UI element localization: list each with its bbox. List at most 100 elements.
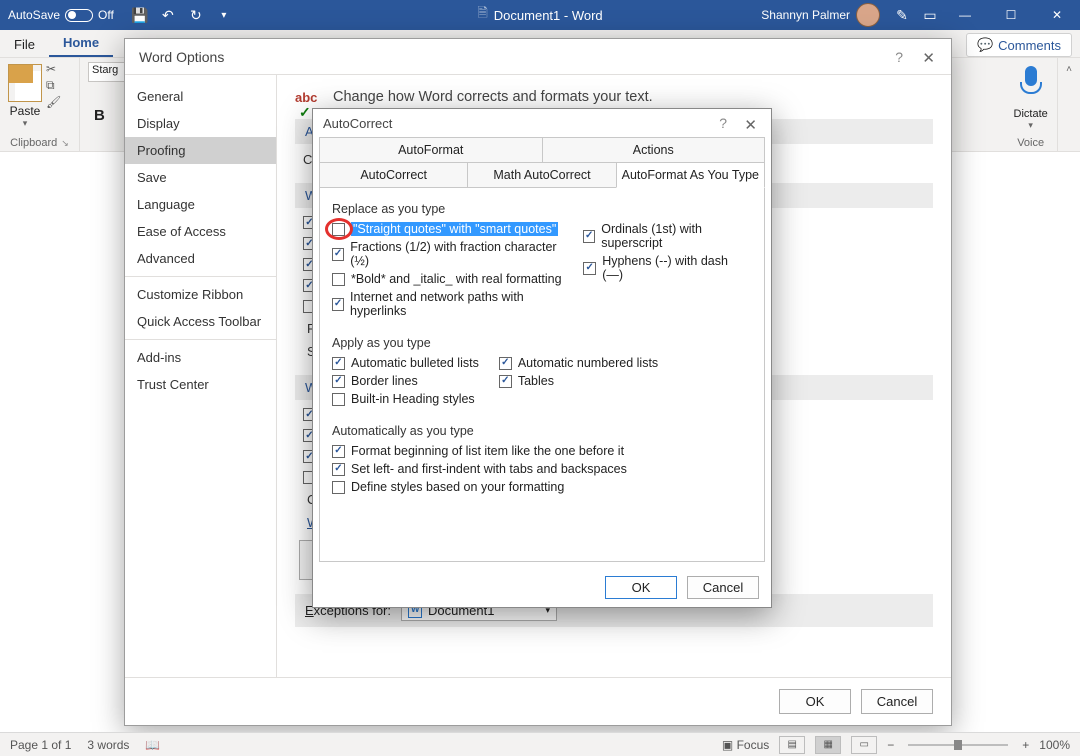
- tab-home[interactable]: Home: [49, 30, 113, 57]
- tab-math-autocorrect[interactable]: Math AutoCorrect: [467, 162, 616, 188]
- opt-hyphens[interactable]: Hyphens (--) with dash (—): [583, 254, 752, 282]
- dialog-launcher-icon[interactable]: ↘: [61, 138, 69, 149]
- user-account[interactable]: Shannyn Palmer: [761, 3, 880, 27]
- opt-border-lines[interactable]: Border lines: [332, 374, 479, 388]
- status-bar: Page 1 of 1 3 words 📖 ▣ Focus ▤ ▦ ▭ − + …: [0, 732, 1080, 756]
- close-button[interactable]: ✕: [1034, 0, 1080, 30]
- checkbox-icon: [332, 445, 345, 458]
- avatar-icon: [856, 3, 880, 27]
- tab-autoformat-as-you-type[interactable]: AutoFormat As You Type: [616, 162, 765, 188]
- paste-icon[interactable]: [8, 64, 42, 102]
- sidebar-item-advanced[interactable]: Advanced: [125, 245, 276, 272]
- comments-button[interactable]: 💬 Comments: [966, 33, 1072, 57]
- opt-fractions[interactable]: Fractions (1/2) with fraction character …: [332, 240, 563, 268]
- title-bar: AutoSave Off 💾 ↶ ↻ ▾ 🗎Document1 - Word S…: [0, 0, 1080, 30]
- cut-icon[interactable]: ✂: [46, 62, 61, 76]
- tab-autocorrect[interactable]: AutoCorrect: [319, 162, 468, 188]
- view-read-icon[interactable]: ▤: [779, 736, 805, 754]
- microphone-icon[interactable]: [1021, 66, 1041, 98]
- focus-mode-button[interactable]: ▣ Focus: [722, 738, 769, 752]
- help-button[interactable]: ?: [719, 115, 727, 131]
- close-icon[interactable]: ✕: [738, 114, 763, 136]
- tab-file[interactable]: File: [0, 32, 49, 57]
- proofing-icon: abc: [295, 90, 323, 105]
- opt-internet-paths[interactable]: Internet and network paths with hyperlin…: [332, 290, 563, 318]
- page-indicator[interactable]: Page 1 of 1: [10, 738, 71, 752]
- opt-ordinals[interactable]: Ordinals (1st) with superscript: [583, 222, 752, 250]
- zoom-out-button[interactable]: −: [887, 738, 894, 752]
- ribbon-display-icon[interactable]: ▭: [920, 5, 940, 25]
- copy-icon[interactable]: ⧉: [46, 78, 61, 93]
- view-print-icon[interactable]: ▦: [815, 736, 841, 754]
- sidebar-item-addins[interactable]: Add-ins: [125, 344, 276, 371]
- opt-tables[interactable]: Tables: [499, 374, 658, 388]
- sidebar-item-customize-ribbon[interactable]: Customize Ribbon: [125, 281, 276, 308]
- help-button[interactable]: ?: [895, 49, 903, 65]
- opt-bulleted-lists[interactable]: Automatic bulleted lists: [332, 356, 479, 370]
- autosave-label: AutoSave: [8, 8, 60, 22]
- checkbox-icon[interactable]: [583, 230, 595, 243]
- zoom-slider[interactable]: [908, 744, 1008, 746]
- checkbox-icon: [332, 463, 345, 476]
- tab-actions[interactable]: Actions: [542, 137, 766, 162]
- document-title: 🗎Document1 - Word: [477, 4, 602, 26]
- maximize-button[interactable]: ☐: [988, 0, 1034, 30]
- tab-autoformat[interactable]: AutoFormat: [319, 137, 543, 162]
- checkbox-icon[interactable]: [332, 223, 345, 236]
- ok-button[interactable]: OK: [605, 576, 677, 599]
- opt-straight-quotes[interactable]: "Straight quotes" with "smart quotes": [332, 222, 563, 236]
- word-count[interactable]: 3 words: [87, 738, 129, 752]
- opt-numbered-lists[interactable]: Automatic numbered lists: [499, 356, 658, 370]
- close-icon[interactable]: ✕: [916, 47, 941, 69]
- sidebar-item-trust-center[interactable]: Trust Center: [125, 371, 276, 398]
- opt-set-indent[interactable]: Set left- and first-indent with tabs and…: [332, 462, 752, 476]
- minimize-button[interactable]: ―: [942, 0, 988, 30]
- sidebar-item-save[interactable]: Save: [125, 164, 276, 191]
- spellcheck-icon[interactable]: 📖: [145, 738, 160, 752]
- ok-button[interactable]: OK: [779, 689, 851, 714]
- opt-heading-styles[interactable]: Built-in Heading styles: [332, 392, 479, 406]
- redo-icon[interactable]: ↻: [186, 5, 206, 25]
- opt-bold-italic[interactable]: *Bold* and _italic_ with real formatting: [332, 272, 563, 286]
- tab-strip: AutoFormat Actions AutoCorrect Math Auto…: [313, 137, 771, 188]
- pane-heading: Change how Word corrects and formats you…: [333, 89, 653, 105]
- dictate-label: Dictate: [1012, 108, 1049, 120]
- checkbox-icon[interactable]: [332, 273, 345, 286]
- zoom-level[interactable]: 100%: [1039, 738, 1070, 752]
- collapse-ribbon-icon[interactable]: ˄: [1058, 58, 1080, 151]
- cancel-button[interactable]: Cancel: [861, 689, 933, 714]
- autosave-toggle[interactable]: AutoSave Off: [0, 8, 122, 22]
- drawing-icon[interactable]: ✎: [892, 5, 912, 25]
- dialog-footer: OK Cancel: [125, 677, 951, 725]
- style-selector[interactable]: Starg: [88, 62, 128, 82]
- checkbox-icon[interactable]: [583, 262, 596, 275]
- zoom-in-button[interactable]: +: [1022, 738, 1029, 752]
- save-icon[interactable]: 💾: [130, 5, 150, 25]
- group-clipboard: Paste ▾ ✂ ⧉ 🖌 Clipboard↘: [0, 58, 80, 151]
- checkbox-icon[interactable]: [332, 298, 344, 311]
- cancel-button[interactable]: Cancel: [687, 576, 759, 599]
- checkbox-icon[interactable]: [332, 248, 344, 261]
- checkbox-icon: [332, 357, 345, 370]
- checkbox-icon: [332, 393, 345, 406]
- dialog-footer: OK Cancel: [313, 568, 771, 607]
- undo-icon[interactable]: ↶: [158, 5, 178, 25]
- window-controls: ― ☐ ✕: [942, 0, 1080, 30]
- sidebar-item-qat[interactable]: Quick Access Toolbar: [125, 308, 276, 335]
- comment-icon: 💬: [977, 37, 993, 53]
- autocorrect-dialog: AutoCorrect ? ✕ AutoFormat Actions AutoC…: [312, 108, 772, 608]
- sidebar-item-ease-of-access[interactable]: Ease of Access: [125, 218, 276, 245]
- opt-format-list-beginning[interactable]: Format beginning of list item like the o…: [332, 444, 752, 458]
- group-voice: Dictate ▾ Voice: [1004, 58, 1058, 151]
- checkbox-icon: [332, 481, 345, 494]
- opt-define-styles[interactable]: Define styles based on your formatting: [332, 480, 752, 494]
- sidebar-item-general[interactable]: General: [125, 83, 276, 110]
- user-name: Shannyn Palmer: [761, 8, 850, 22]
- view-web-icon[interactable]: ▭: [851, 736, 877, 754]
- format-painter-icon[interactable]: 🖌: [46, 95, 61, 109]
- sidebar-item-proofing[interactable]: Proofing: [125, 137, 276, 164]
- qat-dropdown-icon[interactable]: ▾: [214, 5, 234, 25]
- sidebar-item-language[interactable]: Language: [125, 191, 276, 218]
- sidebar-item-display[interactable]: Display: [125, 110, 276, 137]
- group-apply-as-you-type: Apply as you type: [332, 336, 752, 350]
